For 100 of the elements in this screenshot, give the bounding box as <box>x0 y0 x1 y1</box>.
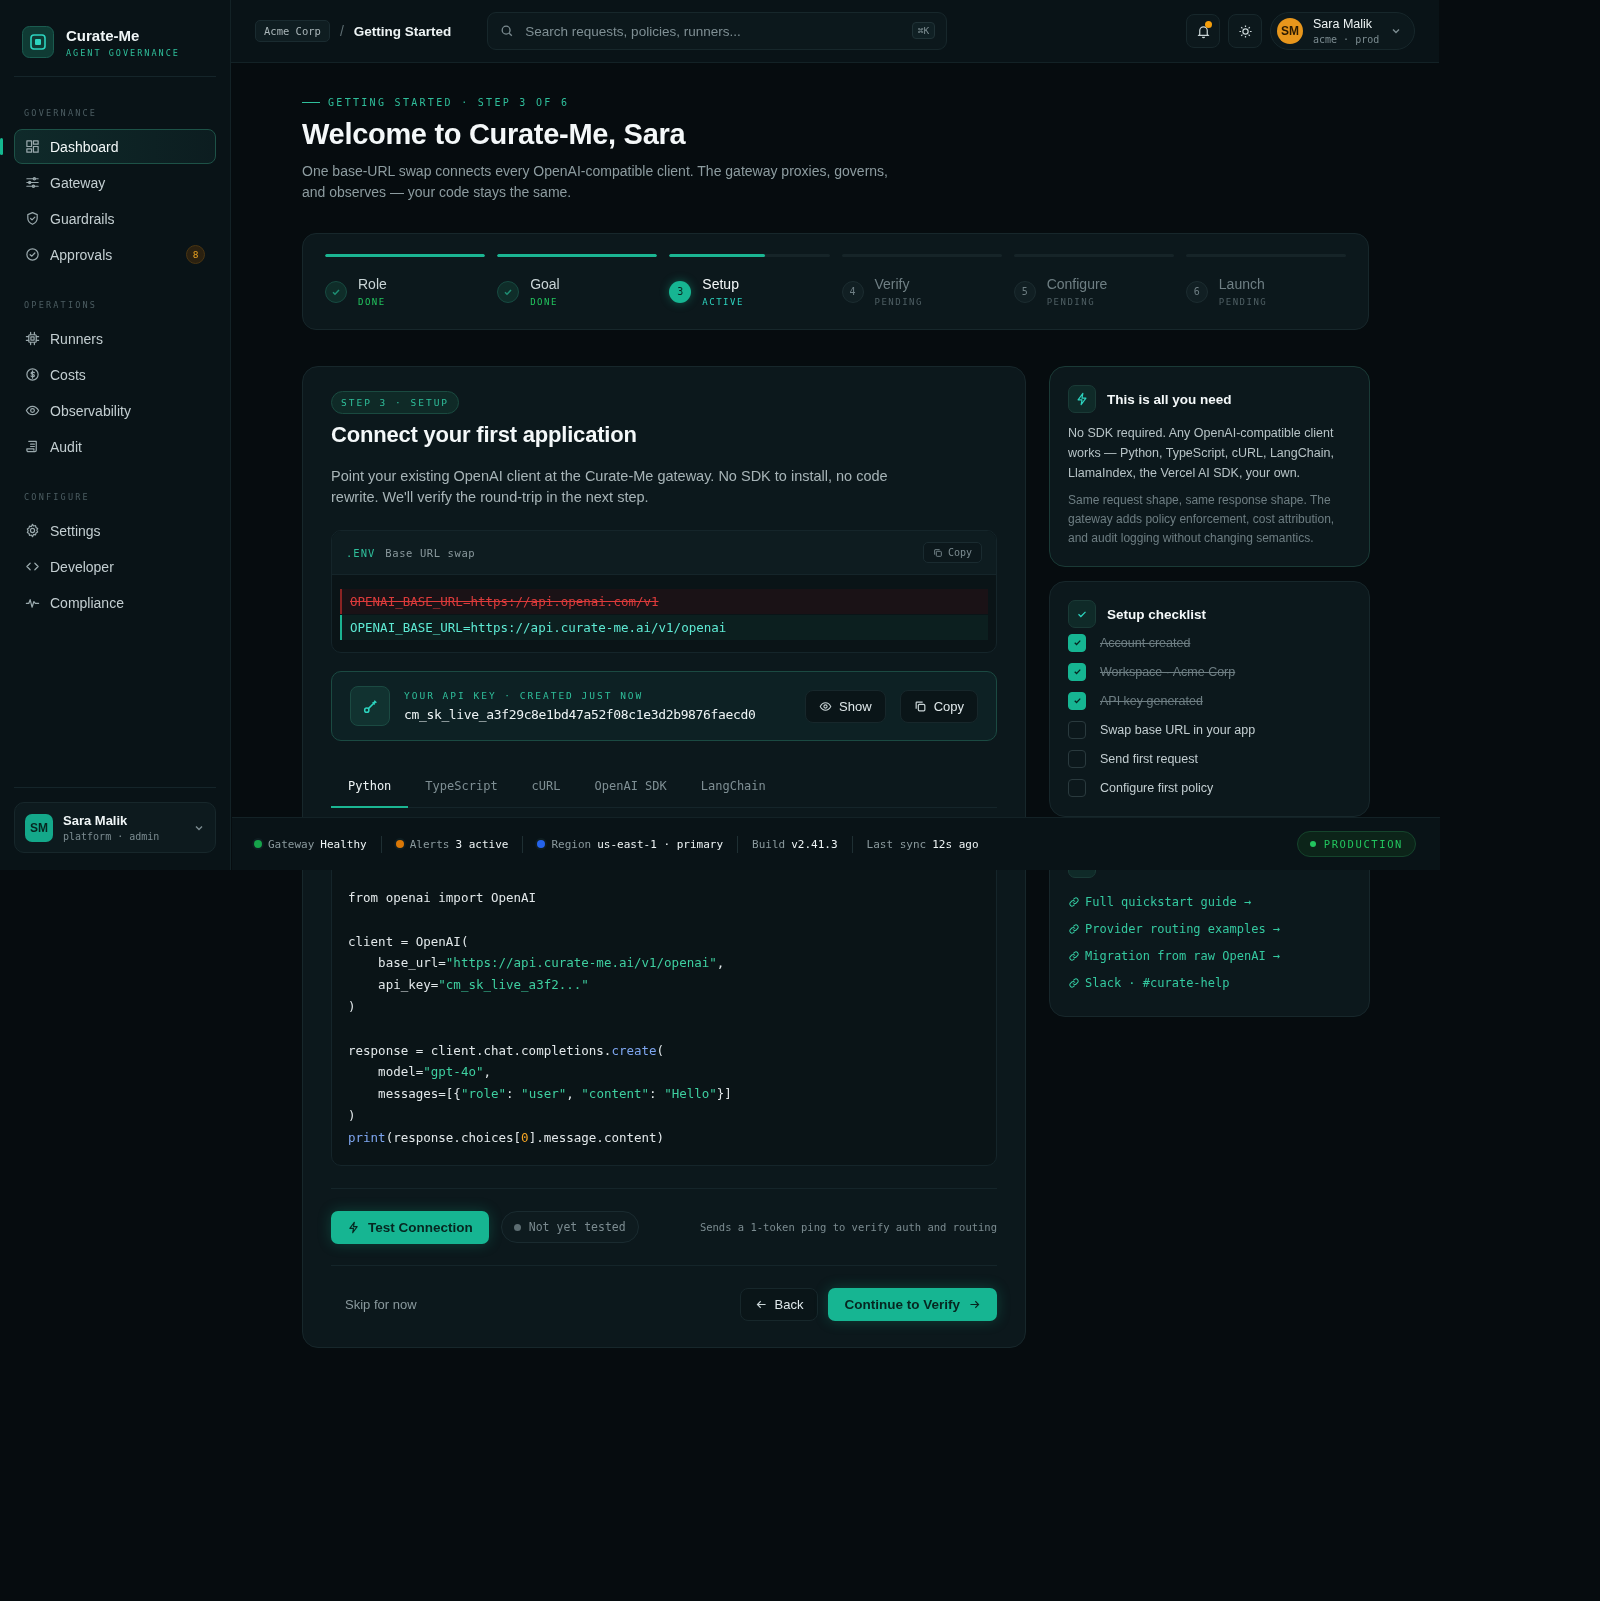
nav-item[interactable]: Runners <box>14 321 216 356</box>
status-value: Healthy <box>320 837 367 851</box>
card-description: Point your existing OpenAI client at the Curate-Me gateway. No SDK to install, no code rewrite. We'll verify the round-trip in the next step. <box>331 467 889 507</box>
user-name: Sara Malik <box>1313 17 1374 31</box>
code-line: response = client.chat.completions.create( <box>348 1041 666 1060</box>
nav-item[interactable]: Settings <box>14 513 216 548</box>
status-value: 3 active <box>455 837 509 851</box>
copy-icon <box>932 547 943 558</box>
link-icon <box>1068 895 1080 908</box>
step-status: PENDING <box>874 297 923 307</box>
step-label[interactable]: Verify <box>874 276 923 292</box>
test-connection-button[interactable]: Test Connection <box>331 1210 489 1244</box>
checkbox[interactable] <box>1068 749 1086 768</box>
user-role: platform · admin <box>63 831 160 842</box>
resource-link[interactable]: Slack · #curate-help <box>1085 975 1230 990</box>
code-line: model="gpt-4o", <box>377 1063 492 1082</box>
language-tab[interactable]: Python <box>331 767 409 808</box>
environment-badge: PRODUCTION <box>1296 831 1416 857</box>
code-line: api_key="cm_sk_live_a3f2..." <box>377 976 590 995</box>
status-value: 12s ago <box>932 837 979 851</box>
nav-item[interactable]: Costs <box>14 357 216 392</box>
back-button[interactable]: Back <box>739 1287 819 1321</box>
nav-item[interactable]: Guardrails <box>14 201 216 236</box>
test-status: Not yet tested <box>500 1211 639 1244</box>
org-chip[interactable]: Acme Corp <box>255 20 330 42</box>
step-status: ACTIVE <box>702 297 744 307</box>
section-label: OPERATIONS <box>23 300 99 312</box>
check-circle-icon <box>25 247 40 262</box>
copy-icon <box>913 699 927 713</box>
snippet-caption: Base URL swap <box>385 546 476 559</box>
checklist-label: API key generated <box>1100 693 1203 708</box>
status-label: Build <box>752 837 786 851</box>
step-label[interactable]: Configure <box>1046 276 1108 292</box>
checkbox[interactable] <box>1068 720 1086 739</box>
step-status: PENDING <box>1046 297 1097 307</box>
nav-item[interactable]: Audit <box>14 429 216 464</box>
chip-icon <box>25 331 40 346</box>
theme-button[interactable] <box>1228 14 1262 48</box>
search-icon <box>500 24 515 38</box>
status-label: Gateway <box>268 837 315 851</box>
checklist-label: Send first request <box>1100 751 1198 766</box>
bell-icon <box>1195 23 1211 39</box>
nav-item[interactable]: Observability <box>14 393 216 428</box>
count-badge: 8 <box>186 245 205 264</box>
step-status: PENDING <box>1218 297 1268 307</box>
bolt-icon <box>1075 392 1089 406</box>
nav-item[interactable]: Compliance <box>14 585 216 620</box>
step-indicator: 4 <box>841 280 864 303</box>
nav-item[interactable]: Gateway <box>14 165 216 200</box>
info-text: No SDK required. Any OpenAI-compatible client works — Python, TypeScript, cURL, LangChain, LlamaIndex, the Vercel AI SDK, your own. <box>1068 425 1335 482</box>
eye-icon <box>819 699 833 713</box>
code-line: base_url="https://api.curate-me.ai/v1/openai", <box>377 954 726 973</box>
step-indicator: 5 <box>1013 280 1036 303</box>
step-label[interactable]: Role <box>358 276 387 292</box>
continue-button[interactable]: Continue to Verify <box>828 1287 997 1321</box>
checklist-label: Account created <box>1100 635 1191 650</box>
status-label: Region <box>551 837 592 851</box>
language-tab[interactable]: TypeScript <box>408 767 515 808</box>
nav-item[interactable]: Approvals 8 <box>14 237 216 272</box>
user-avatar: SM <box>1277 18 1303 44</box>
checkbox[interactable] <box>1068 633 1086 652</box>
notifications-button[interactable] <box>1186 14 1220 48</box>
eye-icon <box>25 403 40 418</box>
user-avatar: SM <box>25 813 53 842</box>
card-title: Connect your first application <box>331 422 638 448</box>
step-label[interactable]: Setup <box>702 276 744 292</box>
checkbox[interactable] <box>1068 778 1086 797</box>
user-name: Sara Malik <box>63 813 129 828</box>
resource-link[interactable]: Provider routing examples → <box>1085 921 1281 936</box>
key-icon <box>361 697 379 715</box>
scroll-icon <box>25 439 40 454</box>
section-label: CONFIGURE <box>23 492 91 504</box>
language-tab[interactable]: OpenAI SDK <box>577 767 684 808</box>
step-label[interactable]: Goal <box>530 276 560 292</box>
step-status: DONE <box>530 297 559 307</box>
skip-button[interactable]: Skip for now <box>331 1288 431 1320</box>
copy-button[interactable]: Copy <box>922 542 982 563</box>
show-button[interactable]: Show <box>805 689 886 723</box>
code-line: ) <box>348 998 357 1016</box>
checkbox[interactable] <box>1068 691 1086 710</box>
copy-button[interactable]: Copy <box>899 689 978 723</box>
user-menu[interactable]: SM Sara Malik acme · prod <box>1270 12 1415 50</box>
resource-link[interactable]: Migration from raw OpenAI → <box>1085 948 1281 963</box>
checkbox[interactable] <box>1068 662 1086 681</box>
step-label[interactable]: Launch <box>1218 276 1268 292</box>
nav-item[interactable]: Developer <box>14 549 216 584</box>
status-value: us-east-1 · primary <box>597 837 724 851</box>
checklist-label: Workspace · Acme Corp <box>1100 664 1236 679</box>
language-tab[interactable]: cURL <box>514 767 578 808</box>
eyebrow-text: GETTING STARTED · STEP 3 OF 6 <box>328 97 570 108</box>
api-key-value: cm_sk_live_a3f29c8e1bd47a52f08c1e3d2b9876faecd0 <box>404 707 756 722</box>
language-tab[interactable]: LangChain <box>683 767 783 808</box>
code-line: messages=[{"role": "user", "content": "Hello"}] <box>377 1085 733 1104</box>
step-indicator: 3 <box>669 280 692 303</box>
step-status: DONE <box>358 297 387 307</box>
shield-icon <box>25 211 40 226</box>
grid-icon <box>25 139 40 154</box>
code-line: ) <box>348 1106 357 1125</box>
resource-link[interactable]: Full quickstart guide → <box>1085 894 1252 909</box>
sun-icon <box>1237 23 1253 39</box>
